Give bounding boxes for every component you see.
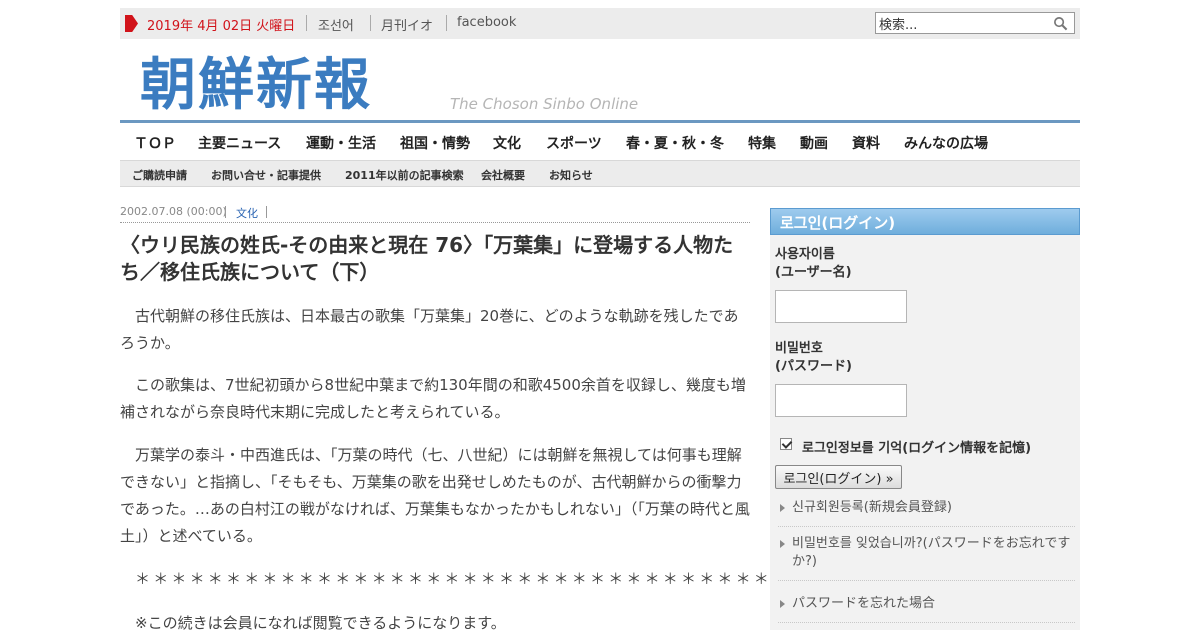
nav-features[interactable]: 特集: [748, 133, 776, 153]
password-label-korean: 비밀번호: [775, 341, 823, 356]
forgot-password-link-label: 비밀번호를 잊었습니까?(パスワードをお忘れですか?): [792, 536, 1071, 569]
article-separator-stars: ＊＊＊＊＊＊＊＊＊＊＊＊＊＊＊＊＊＊＊＊＊＊＊＊＊＊＊＊＊＊＊＊＊＊＊＊＊＊＊＊: [135, 570, 864, 588]
nav-main-news[interactable]: 主要ニュース: [198, 133, 281, 153]
forgot-password-jp-link[interactable]: パスワードを忘れた場合: [778, 595, 1075, 623]
link-korean[interactable]: 조선어: [318, 15, 354, 34]
login-header-title: 로그인(ログイン): [780, 214, 896, 232]
search-input[interactable]: [876, 13, 1046, 33]
site-logo-subtitle: The Choson Sinbo Online: [450, 95, 639, 113]
site-logo[interactable]: 朝鮮新報: [140, 52, 372, 118]
nav-plaza[interactable]: みんなの広場: [904, 133, 988, 153]
password-label-japanese: (パスワード): [775, 359, 852, 374]
subnav-contact[interactable]: お問い合せ・記事提供: [211, 167, 321, 183]
sub-nav: ご購読申請 お問い合せ・記事提供 2011年以前の記事検索 会社概要 お知らせ: [120, 160, 1080, 187]
register-link[interactable]: 신규회원등록(新規会員登録): [778, 499, 1075, 527]
subnav-archive-search[interactable]: 2011年以前の記事検索: [345, 167, 464, 183]
red-flag-icon: [125, 15, 138, 32]
nav-video[interactable]: 動画: [800, 133, 828, 153]
nav-culture[interactable]: 文化: [493, 133, 521, 153]
search-box: [875, 12, 1075, 34]
divider: [266, 206, 267, 218]
members-only-note: ※この続きは会員になれば閲覧できるようになります。: [135, 614, 506, 630]
arrow-right-icon: [780, 540, 785, 548]
article-category[interactable]: 文化: [236, 205, 258, 221]
username-label-japanese: (ユーザー名): [775, 265, 852, 280]
nav-seasons[interactable]: 春・夏・秋・冬: [626, 133, 724, 153]
nav-top[interactable]: ＴＯＰ: [134, 133, 176, 153]
subnav-subscribe[interactable]: ご購読申請: [132, 167, 187, 183]
login-sidebar: 로그인(ログイン) 사용자이름 (ユーザー名) 비밀번호 (パスワード) 로그인…: [770, 208, 1080, 630]
main-nav: ＴＯＰ 主要ニュース 運動・生活 祖国・情勢 文化 スポーツ 春・夏・秋・冬 特…: [120, 120, 1080, 161]
article-date: 2002.07.08 (00:00): [120, 205, 227, 218]
register-link-label: 신규회원등록(新規会員登録): [792, 500, 952, 515]
link-monthly-io[interactable]: 月刊イオ: [381, 15, 433, 34]
forgot-password-jp-link-label: パスワードを忘れた場合: [792, 596, 936, 611]
nav-movement-life[interactable]: 運動・生活: [306, 133, 376, 153]
password-label: 비밀번호 (パスワード): [775, 340, 852, 376]
subnav-company[interactable]: 会社概要: [481, 167, 525, 183]
arrow-right-icon: [780, 600, 785, 608]
password-field[interactable]: [775, 384, 907, 417]
top-bar: 2019年 4月 02日 火曜日 조선어 月刊イオ facebook: [120, 8, 1080, 39]
login-button[interactable]: 로그인(ログイン) »: [775, 465, 902, 489]
subnav-notices[interactable]: お知らせ: [549, 167, 593, 183]
article-paragraph: 古代朝鮮の移住氏族は、日本最古の歌集「万葉集」20巻に、どのような軌跡を残したで…: [120, 307, 739, 352]
article-paragraph: 万葉学の泰斗・中西進氏は、「万葉の時代（七、八世紀）には朝鮮を無視しては何事も理…: [120, 446, 750, 545]
username-label: 사용자이름 (ユーザー名): [775, 246, 852, 282]
nav-sports[interactable]: スポーツ: [546, 133, 602, 153]
divider: [225, 206, 226, 218]
nav-homeland[interactable]: 祖国・情勢: [400, 133, 470, 153]
forgot-password-link[interactable]: 비밀번호를 잊었습니까?(パスワードをお忘れですか?): [778, 535, 1075, 581]
article-title: 〈ウリ民族の姓氏-その由来と現在 76〉「万葉集」に登場する人物たち／移住氏族に…: [120, 233, 734, 284]
divider: [370, 15, 371, 31]
search-icon[interactable]: [1053, 16, 1068, 31]
divider: [306, 15, 307, 31]
username-label-korean: 사용자이름: [775, 247, 835, 262]
link-facebook[interactable]: facebook: [457, 15, 516, 30]
remember-me-label: 로그인정보를 기억(ログイン情報を記憶): [802, 441, 1032, 456]
arrow-right-icon: [780, 504, 785, 512]
login-header: 로그인(ログイン): [770, 208, 1080, 235]
article-paragraph: この歌集は、7世紀初頭から8世紀中葉まで約130年間の和歌4500余首を収録し、…: [120, 376, 746, 421]
remember-me-checkbox[interactable]: [780, 438, 792, 450]
divider: [446, 15, 447, 31]
nav-materials[interactable]: 資料: [852, 133, 880, 153]
username-field[interactable]: [775, 290, 907, 323]
article-meta: 2002.07.08 (00:00) 文化: [120, 205, 750, 223]
current-date: 2019年 4月 02日 火曜日: [147, 19, 296, 34]
